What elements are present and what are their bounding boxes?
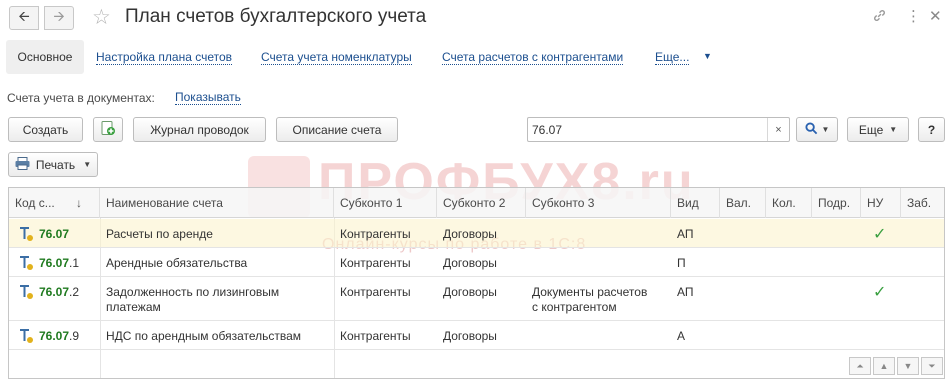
chevron-down-icon: ▼ bbox=[821, 125, 830, 134]
account-name: Арендные обязательства bbox=[106, 256, 248, 270]
arrow-left-icon: 🡨 bbox=[18, 8, 30, 24]
account-icon bbox=[19, 284, 37, 300]
scroll-up-icon: ▲ bbox=[879, 361, 889, 371]
account-code-suffix: .2 bbox=[69, 285, 80, 299]
col-tax[interactable]: НУ bbox=[861, 188, 901, 218]
subconto3-line2: с контрагентом bbox=[532, 300, 617, 314]
back-button[interactable]: 🡨 bbox=[9, 6, 39, 30]
table-row[interactable]: 76.07 Расчеты по аренде Контрагенты Дого… bbox=[9, 219, 944, 248]
col-currency[interactable]: Вал. bbox=[720, 188, 766, 218]
account-icon bbox=[19, 226, 37, 242]
scroll-top-icon: ⏶ bbox=[856, 360, 864, 371]
account-kind: АП bbox=[677, 227, 694, 241]
scroll-down-icon: ▼ bbox=[903, 361, 913, 371]
arrow-right-icon: 🡪 bbox=[53, 8, 65, 24]
account-code-suffix: .9 bbox=[69, 329, 80, 343]
subconto1: Контрагенты bbox=[340, 227, 411, 241]
check-icon: ✓ bbox=[873, 284, 887, 301]
col-subconto3[interactable]: Субконто 3 bbox=[526, 188, 671, 218]
account-icon bbox=[19, 255, 37, 271]
add-folder-icon bbox=[100, 120, 116, 139]
col-quantity[interactable]: Кол. bbox=[766, 188, 812, 218]
account-icon bbox=[19, 328, 37, 344]
subconto1: Контрагенты bbox=[340, 256, 411, 270]
accounts-table[interactable]: Код с... ↓ Наименование счета Субконто 1… bbox=[8, 187, 945, 379]
chevron-down-icon[interactable]: ▼ bbox=[703, 51, 712, 61]
print-label: Печать bbox=[35, 157, 76, 172]
close-icon[interactable]: ✕ bbox=[929, 7, 942, 25]
scroll-bottom-button[interactable]: ⏷ bbox=[921, 357, 943, 375]
tab-main[interactable]: Основное bbox=[6, 40, 84, 74]
table-row[interactable]: 76.07.1 Арендные обязательства Контраген… bbox=[9, 248, 944, 277]
create-group-button[interactable] bbox=[93, 117, 123, 142]
help-button[interactable]: ? bbox=[918, 117, 945, 142]
printer-icon bbox=[15, 156, 30, 173]
check-icon: ✓ bbox=[873, 226, 887, 243]
col-name[interactable]: Наименование счета bbox=[100, 188, 334, 218]
subconto2: Договоры bbox=[443, 227, 497, 241]
scroll-bottom-icon: ⏷ bbox=[928, 360, 936, 371]
tab-counterparty-accounts[interactable]: Счета расчетов с контрагентами bbox=[442, 51, 624, 65]
page-title: План счетов бухгалтерского учета bbox=[125, 6, 427, 27]
tab-chart-settings[interactable]: Настройка плана счетов bbox=[96, 51, 233, 65]
subconto2: Договоры bbox=[443, 329, 497, 343]
table-row[interactable]: 76.07.2 Задолженность по лизинговым плат… bbox=[9, 277, 944, 321]
more-button[interactable]: Еще ▼ bbox=[847, 117, 909, 142]
scroll-down-button[interactable]: ▼ bbox=[897, 357, 919, 375]
tab-item-accounts[interactable]: Счета учета номенклатуры bbox=[261, 51, 412, 65]
search-field[interactable]: × bbox=[527, 117, 790, 142]
more-vertical-icon[interactable]: ⋮ bbox=[906, 7, 921, 25]
account-name: НДС по арендным обязательствам bbox=[106, 329, 302, 343]
subconto1: Контрагенты bbox=[340, 329, 411, 343]
account-kind: П bbox=[677, 256, 686, 270]
account-code: 76.07 bbox=[39, 285, 70, 299]
forward-button[interactable]: 🡪 bbox=[44, 6, 74, 30]
clear-search-icon[interactable]: × bbox=[767, 118, 789, 141]
col-offbalance[interactable]: Заб. bbox=[901, 188, 944, 218]
account-name: Задолженность по лизинговым bbox=[106, 285, 280, 299]
subconto2: Договоры bbox=[443, 285, 497, 299]
col-code[interactable]: Код с... ↓ bbox=[9, 188, 100, 218]
create-button[interactable]: Создать bbox=[8, 117, 83, 142]
table-header: Код с... ↓ Наименование счета Субконто 1… bbox=[9, 188, 944, 218]
search-icon bbox=[804, 121, 818, 138]
chevron-down-icon: ▼ bbox=[889, 125, 898, 134]
tab-more[interactable]: Еще... bbox=[655, 51, 690, 65]
account-description-button[interactable]: Описание счета bbox=[276, 117, 398, 142]
col-subconto2[interactable]: Субконто 2 bbox=[437, 188, 526, 218]
account-code: 76.07 bbox=[39, 227, 70, 241]
account-kind: А bbox=[677, 329, 686, 343]
doc-accounts-show-link[interactable]: Показывать bbox=[175, 91, 241, 105]
link-icon[interactable] bbox=[872, 8, 887, 27]
account-name: Расчеты по аренде bbox=[106, 227, 213, 241]
star-icon[interactable]: ☆ bbox=[92, 5, 111, 30]
account-code: 76.07 bbox=[39, 256, 70, 270]
account-kind: АП bbox=[677, 285, 694, 299]
search-button[interactable]: ▼ bbox=[796, 117, 838, 142]
col-kind[interactable]: Вид bbox=[671, 188, 720, 218]
chevron-down-icon: ▼ bbox=[83, 160, 92, 169]
col-subconto1[interactable]: Субконто 1 bbox=[334, 188, 437, 218]
table-row[interactable]: 76.07.9 НДС по арендным обязательствам К… bbox=[9, 321, 944, 350]
col-division[interactable]: Подр. bbox=[812, 188, 861, 218]
col-code-label: Код с... bbox=[15, 196, 55, 210]
search-input[interactable] bbox=[532, 122, 764, 138]
subconto1: Контрагенты bbox=[340, 285, 411, 299]
more-label: Еще bbox=[858, 122, 884, 137]
subconto2: Договоры bbox=[443, 256, 497, 270]
subconto3: Документы расчетов bbox=[532, 285, 648, 299]
account-code-suffix: .1 bbox=[69, 256, 80, 270]
scroll-up-button[interactable]: ▲ bbox=[873, 357, 895, 375]
sort-down-icon: ↓ bbox=[76, 196, 82, 210]
journal-button[interactable]: Журнал проводок bbox=[133, 117, 266, 142]
account-code: 76.07 bbox=[39, 329, 70, 343]
scroll-top-button[interactable]: ⏶ bbox=[849, 357, 871, 375]
account-name-line2: платежам bbox=[106, 300, 161, 314]
doc-accounts-label: Счета учета в документах: bbox=[7, 91, 155, 105]
print-button[interactable]: Печать ▼ bbox=[8, 152, 98, 177]
